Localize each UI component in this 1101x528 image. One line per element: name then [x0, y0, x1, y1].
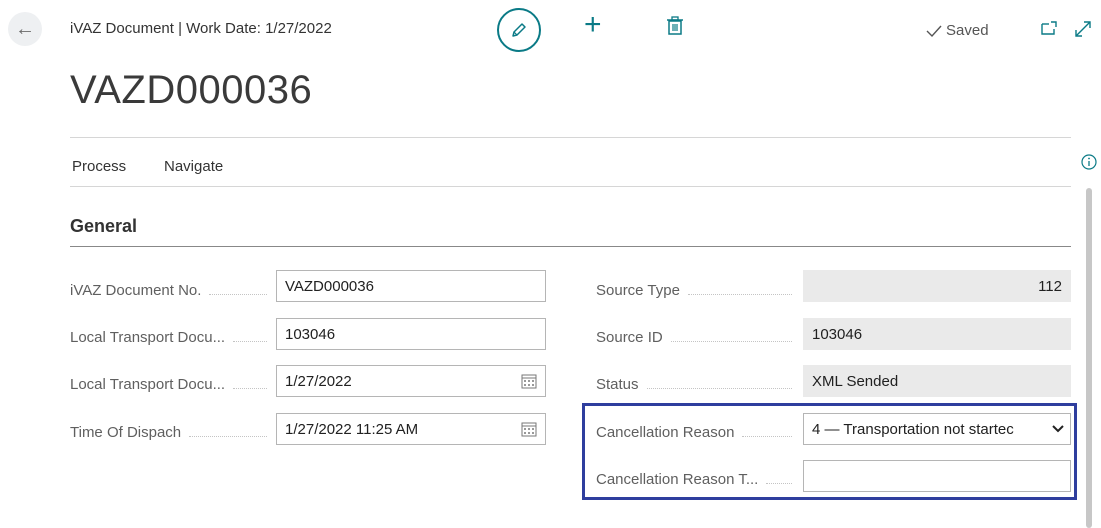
- status-field: XML Sended: [803, 365, 1071, 397]
- cancellation-reason-text-input[interactable]: [803, 460, 1071, 492]
- label-text: Local Transport Docu...: [70, 328, 226, 346]
- label-text: Status: [596, 375, 639, 393]
- field-label-local-transport-doc-no: Local Transport Docu...: [70, 325, 275, 349]
- trash-icon: [667, 16, 683, 35]
- field-value: XML Sended: [812, 372, 899, 390]
- ivaz-document-no-input[interactable]: VAZD000036: [276, 270, 546, 302]
- vertical-scrollbar[interactable]: [1086, 188, 1092, 528]
- info-icon: [1081, 154, 1097, 170]
- local-transport-doc-date-input[interactable]: 1/27/2022: [276, 365, 546, 397]
- field-label-cancellation-reason-text: Cancellation Reason T...: [596, 467, 800, 491]
- menu-item-navigate[interactable]: Navigate: [164, 158, 223, 175]
- checkmark-icon: [926, 25, 942, 37]
- open-in-new-window-icon: [1041, 21, 1057, 35]
- field-value: VAZD000036: [285, 277, 374, 295]
- chevron-down-icon: [1052, 425, 1064, 433]
- header-divider: [70, 137, 1071, 138]
- new-button[interactable]: +: [584, 10, 602, 40]
- plus-icon: +: [584, 8, 602, 41]
- delete-button[interactable]: [666, 16, 684, 41]
- field-label-local-transport-doc-date: Local Transport Docu...: [70, 372, 275, 396]
- label-text: Cancellation Reason: [596, 423, 735, 441]
- field-label-ivaz-document-no: iVAZ Document No.: [70, 278, 275, 302]
- label-text: iVAZ Document No.: [70, 281, 202, 299]
- field-label-time-of-dispatch: Time Of Dispach: [70, 420, 275, 444]
- back-arrow-icon: ←: [15, 18, 35, 40]
- page-caption: iVAZ Document | Work Date: 1/27/2022: [70, 20, 332, 37]
- open-in-new-window-button[interactable]: [1040, 20, 1058, 41]
- field-label-source-id: Source ID: [596, 325, 800, 349]
- field-value: 103046: [812, 325, 863, 343]
- label-text: Cancellation Reason T...: [596, 470, 759, 488]
- section-divider: [70, 246, 1071, 247]
- label-text: Time Of Dispach: [70, 423, 182, 441]
- back-button[interactable]: ←: [8, 12, 42, 46]
- calendar-icon[interactable]: [521, 373, 537, 389]
- label-text: Source ID: [596, 328, 663, 346]
- saved-label: Saved: [946, 22, 989, 39]
- field-label-cancellation-reason: Cancellation Reason: [596, 420, 800, 444]
- label-text: Local Transport Docu...: [70, 375, 226, 393]
- cancellation-reason-select[interactable]: 4 — Transportation not startec: [803, 413, 1071, 445]
- select-value: 4 — Transportation not startec: [812, 420, 1014, 438]
- field-label-status: Status: [596, 372, 800, 396]
- info-button[interactable]: [1081, 154, 1097, 175]
- saved-status: Saved: [926, 22, 989, 39]
- field-value: 1/27/2022: [285, 372, 352, 390]
- pencil-icon: [512, 23, 526, 37]
- source-type-field: 112: [803, 270, 1071, 302]
- menu-divider: [70, 186, 1071, 187]
- local-transport-doc-no-input[interactable]: 103046: [276, 318, 546, 350]
- expand-button[interactable]: [1074, 20, 1092, 43]
- field-label-source-type: Source Type: [596, 278, 800, 302]
- menu-item-process[interactable]: Process: [72, 158, 126, 175]
- field-value: 1/27/2022 11:25 AM: [285, 420, 419, 438]
- field-value: 103046: [285, 325, 336, 343]
- time-of-dispatch-input[interactable]: 1/27/2022 11:25 AM: [276, 413, 546, 445]
- expand-icon: [1075, 21, 1091, 37]
- field-value: 112: [1038, 277, 1062, 295]
- section-title-general[interactable]: General: [70, 216, 137, 237]
- label-text: Source Type: [596, 281, 680, 299]
- calendar-icon[interactable]: [521, 421, 537, 437]
- edit-button[interactable]: [497, 8, 541, 52]
- source-id-field: 103046: [803, 318, 1071, 350]
- page-title: VAZD000036: [70, 68, 313, 112]
